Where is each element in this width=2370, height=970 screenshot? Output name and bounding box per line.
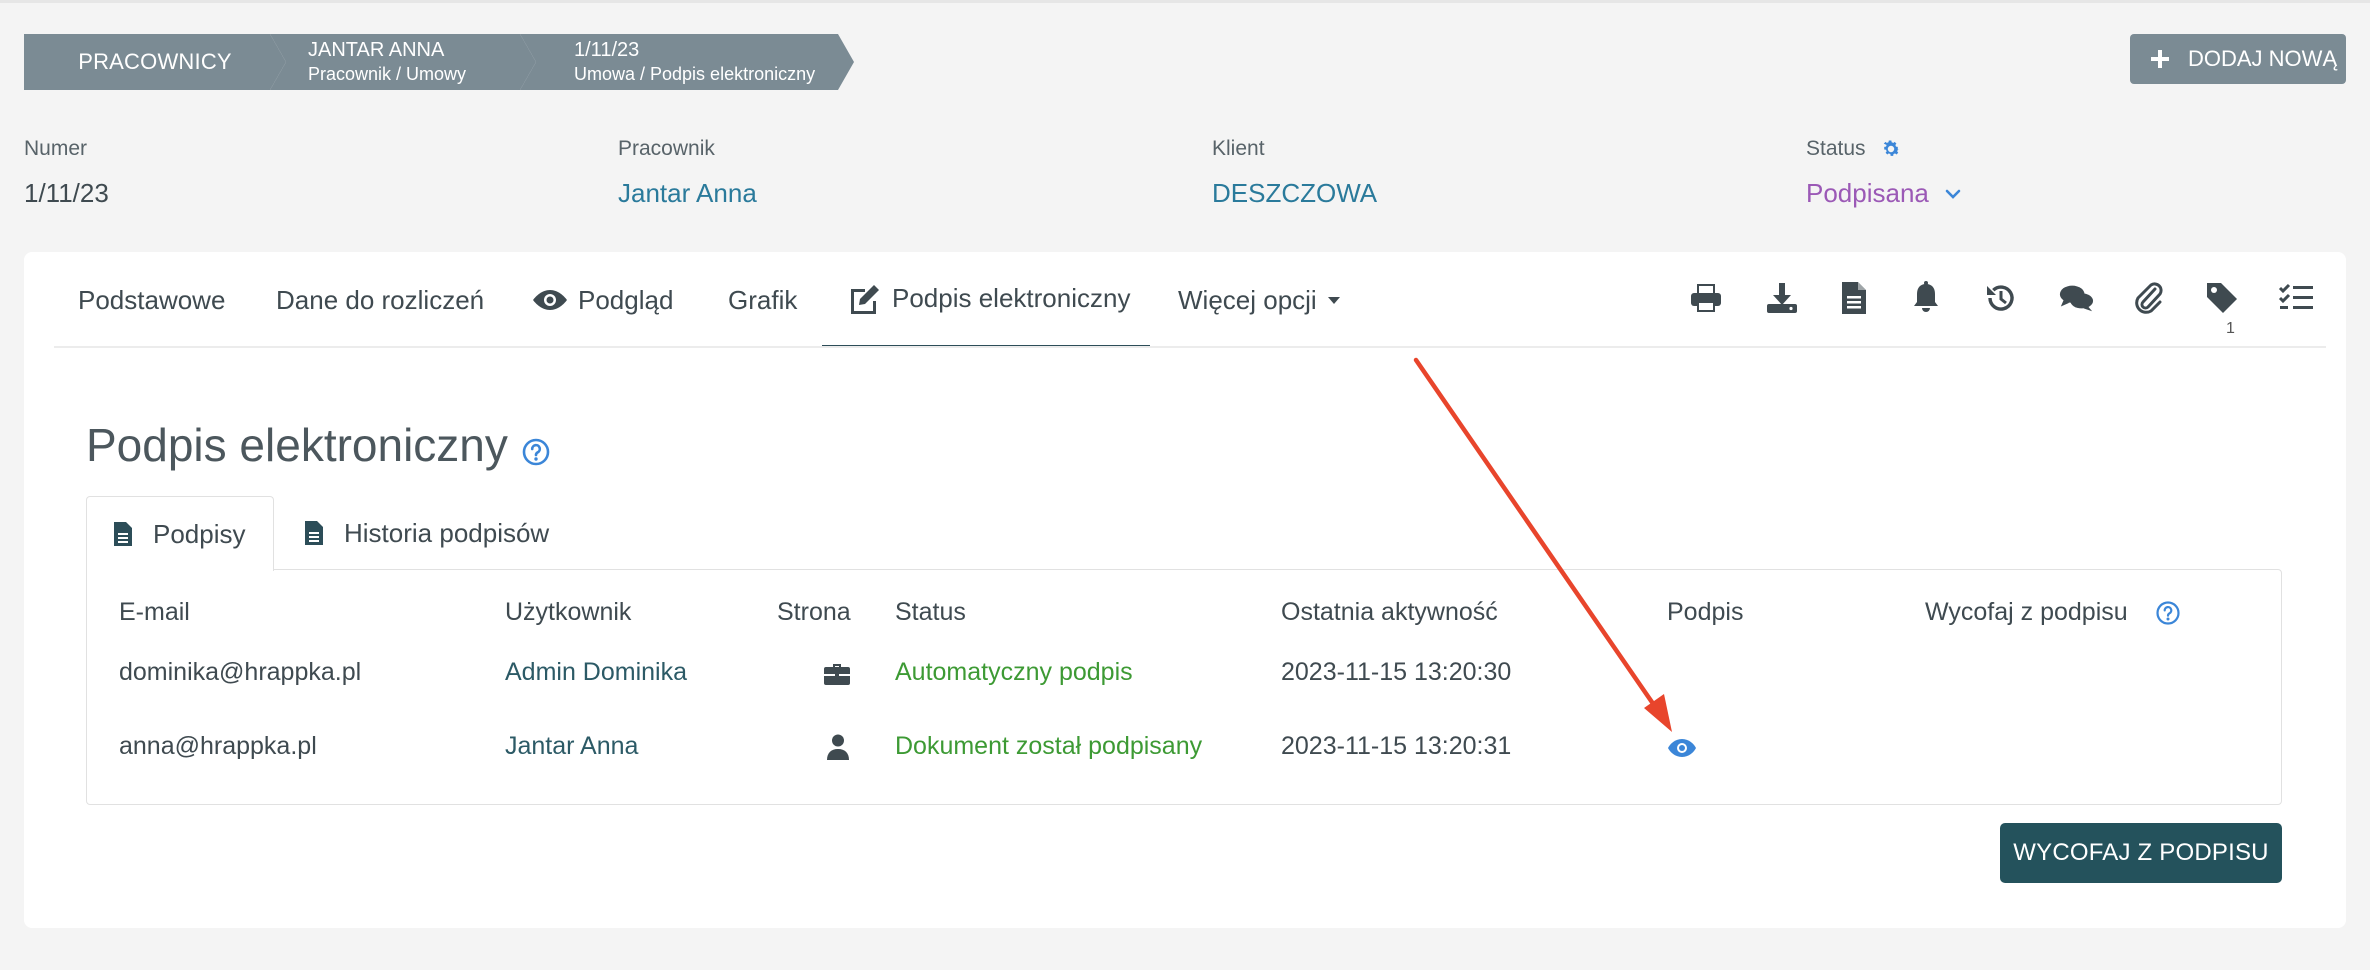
tag-icon[interactable]: [2204, 280, 2240, 316]
breadcrumb-item-employee[interactable]: JANTAR ANNA Pracownik / Umowy: [270, 34, 536, 90]
history-icon[interactable]: [1982, 280, 2018, 316]
row-user-link[interactable]: Admin Dominika: [505, 658, 687, 687]
tab-basic[interactable]: Podstawowe: [78, 252, 225, 348]
employee-label: Pracownik: [618, 137, 715, 160]
subtab-signatures[interactable]: Podpisy: [86, 496, 274, 571]
tab-more-options[interactable]: Więcej opcji: [1178, 252, 1351, 348]
briefcase-icon: [823, 662, 851, 686]
row-user-link[interactable]: Jantar Anna: [505, 732, 638, 761]
tab-label: Podpis elektroniczny: [892, 283, 1131, 313]
column-header-user: Użytkownik: [505, 598, 632, 626]
gear-icon[interactable]: [1880, 138, 1902, 160]
tab-label: Grafik: [728, 284, 798, 315]
subtab-label: Historia podpisów: [344, 517, 550, 548]
add-new-button[interactable]: DODAJ NOWĄ: [2130, 34, 2346, 84]
document-icon: [114, 522, 132, 546]
status-dropdown[interactable]: Podpisana: [1806, 178, 1961, 209]
column-header-signature: Podpis: [1667, 598, 1744, 626]
subtab-signature-history[interactable]: Historia podpisów: [304, 496, 549, 570]
eye-icon: [533, 290, 567, 310]
number-value: 1/11/23: [24, 178, 109, 208]
column-header-withdraw: Wycofaj z podpisu: [1925, 598, 2180, 627]
signatures-table: E-mail Użytkownik Strona Status Ostatnia…: [86, 569, 2282, 805]
page-title: Podpis elektroniczny: [86, 419, 508, 471]
eye-icon[interactable]: [1667, 738, 1697, 758]
breadcrumb-item-label: PRACOWNICY: [78, 49, 232, 74]
user-icon: [827, 734, 849, 760]
employee-link[interactable]: Jantar Anna: [618, 178, 757, 209]
e-signature-panel: Podpis elektroniczny Podpisy Historia po…: [24, 348, 2346, 928]
breadcrumb-item-subtitle: Umowa / Podpis elektroniczny: [574, 64, 816, 84]
info-status: Status Podpisana: [1806, 136, 1961, 209]
comments-icon[interactable]: [2058, 280, 2094, 316]
top-border: [0, 0, 2370, 3]
help-icon[interactable]: [522, 438, 550, 466]
breadcrumb-item-title: JANTAR ANNA: [308, 39, 445, 61]
status-label: Status: [1806, 137, 1866, 160]
number-label: Numer: [24, 137, 88, 160]
tab-label: Podstawowe: [78, 284, 226, 315]
document-icon: [305, 521, 323, 545]
tab-preview[interactable]: Podgląd: [532, 252, 673, 348]
column-header-label: Wycofaj z podpisu: [1925, 598, 2128, 626]
document-icon[interactable]: [1836, 280, 1872, 316]
tab-schedule[interactable]: Grafik: [728, 252, 797, 348]
withdraw-signature-button[interactable]: WYCOFAJ Z PODPISU: [2000, 823, 2282, 883]
download-icon[interactable]: [1764, 280, 1800, 316]
client-link[interactable]: DESZCZOWA: [1212, 178, 1377, 209]
tab-label: Dane do rozliczeń: [276, 284, 485, 315]
row-last-activity: 2023-11-15 13:20:31: [1281, 732, 1512, 760]
info-number: Numer 1/11/23: [24, 136, 109, 209]
bell-icon[interactable]: [1908, 280, 1944, 316]
checklist-icon[interactable]: [2278, 280, 2314, 316]
client-label: Klient: [1212, 137, 1265, 160]
edit-icon: [851, 284, 879, 314]
tags-count-badge: 1: [2226, 320, 2235, 337]
add-new-label: DODAJ NOWĄ: [2188, 46, 2338, 71]
breadcrumb-item-employees[interactable]: PRACOWNICY: [24, 34, 286, 90]
tab-label: Podgląd: [578, 284, 674, 315]
status-value: Podpisana: [1806, 178, 1929, 208]
breadcrumb-item-title: 1/11/23: [574, 39, 640, 61]
print-icon[interactable]: [1688, 280, 1724, 316]
tab-e-signature[interactable]: Podpis elektroniczny: [822, 252, 1150, 348]
chevron-down-icon: [1945, 189, 1961, 199]
info-employee: Pracownik Jantar Anna: [618, 136, 757, 209]
column-header-last-activity: Ostatnia aktywność: [1281, 598, 1498, 626]
row-email: dominika@hrappka.pl: [119, 658, 362, 686]
row-email: anna@hrappka.pl: [119, 732, 317, 760]
help-icon[interactable]: [2156, 600, 2180, 625]
tab-bar: Podstawowe Dane do rozliczeń Podgląd Gra…: [24, 252, 2346, 348]
status-label-row: Status: [1806, 136, 1961, 162]
column-header-side: Strona: [777, 598, 851, 626]
subtab-label: Podpisy: [153, 518, 246, 549]
row-status: Dokument został podpisany: [895, 732, 1203, 760]
column-header-status: Status: [895, 598, 966, 626]
breadcrumb-item-subtitle: Pracownik / Umowy: [308, 64, 467, 84]
row-last-activity: 2023-11-15 13:20:30: [1281, 658, 1512, 686]
plus-icon: [2151, 50, 2169, 68]
paperclip-icon[interactable]: [2130, 280, 2166, 316]
breadcrumb-item-contract[interactable]: 1/11/23 Umowa / Podpis elektroniczny: [520, 34, 854, 90]
column-header-email: E-mail: [119, 598, 190, 626]
info-client: Klient DESZCZOWA: [1212, 136, 1377, 209]
row-status: Automatyczny podpis: [895, 658, 1133, 686]
tab-billing-data[interactable]: Dane do rozliczeń: [276, 252, 484, 348]
caret-down-icon: [1327, 297, 1340, 304]
tab-label: Więcej opcji: [1178, 284, 1317, 315]
